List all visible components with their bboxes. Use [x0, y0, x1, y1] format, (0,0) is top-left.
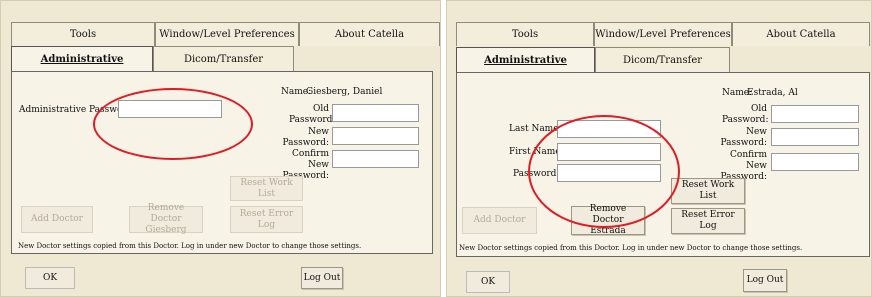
log-out-button[interactable]: Log Out [301, 267, 343, 289]
add-doctor-button[interactable]: Add Doctor [21, 206, 93, 233]
doctor-settings-note: New Doctor settings copied from this Doc… [459, 244, 803, 252]
doctor-name: Estrada, Al [747, 88, 798, 98]
add-doctor-button[interactable]: Add Doctor [462, 207, 537, 234]
tab-administrative[interactable]: Administrative [456, 47, 595, 73]
left-settings-window: Tools Window/Level Preferences About Cat… [0, 0, 441, 297]
new-password-label: New Password: [720, 127, 767, 148]
confirm-password-input[interactable] [332, 150, 419, 168]
tab-tools[interactable]: Tools [456, 22, 594, 46]
tab-window-level-preferences[interactable]: Window/Level Preferences [594, 22, 732, 46]
highlight-circle [528, 115, 680, 228]
old-password-input[interactable] [771, 105, 859, 123]
tab-window-level-preferences[interactable]: Window/Level Preferences [155, 22, 299, 46]
reset-work-list-button[interactable]: Reset Work List [230, 176, 303, 201]
old-password-label: Old Password: [722, 104, 769, 125]
ok-button[interactable]: OK [25, 267, 75, 289]
doctor-settings-note: New Doctor settings copied from this Doc… [18, 242, 362, 250]
new-password-input[interactable] [771, 128, 859, 146]
tab-administrative[interactable]: Administrative [11, 46, 153, 72]
tab-dicom-transfer[interactable]: Dicom/Transfer [153, 46, 294, 72]
tab-about-catella[interactable]: About Catella [299, 22, 440, 46]
tab-tools[interactable]: Tools [11, 22, 155, 46]
reset-error-log-button[interactable]: Reset Error Log [671, 208, 745, 234]
remove-doctor-button[interactable]: Remove Doctor Giesberg [129, 203, 203, 235]
new-password-label: New Password: [282, 127, 329, 148]
tab-dicom-transfer[interactable]: Dicom/Transfer [595, 47, 730, 73]
confirm-password-input[interactable] [771, 153, 859, 171]
reset-error-log-button[interactable]: Reset Error Log [230, 206, 303, 233]
new-password-input[interactable] [332, 127, 419, 145]
right-settings-window: Tools Window/Level Preferences About Cat… [446, 0, 872, 297]
highlight-circle [93, 88, 253, 160]
tab-about-catella[interactable]: About Catella [732, 22, 870, 46]
old-password-input[interactable] [332, 104, 419, 122]
log-out-button[interactable]: Log Out [743, 269, 787, 292]
old-password-label: Old Password: [289, 104, 336, 125]
ok-button[interactable]: OK [466, 271, 510, 293]
doctor-name: Giesberg, Daniel [306, 87, 383, 97]
reset-work-list-button[interactable]: Reset Work List [671, 178, 745, 204]
